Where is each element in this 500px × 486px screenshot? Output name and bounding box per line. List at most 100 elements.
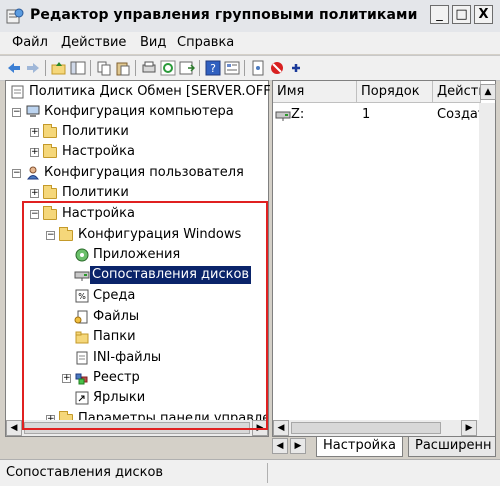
toolbar-separator [199,60,200,76]
policy-scroll-icon [11,85,24,99]
tree-pane[interactable]: Политика Диск Обмен [SERVER.OFF − Конфиг… [5,80,271,437]
computer-icon [26,105,40,117]
menu-view[interactable]: Вид [140,35,166,50]
tree-node-shortcuts[interactable]: Ярлыки [6,389,268,409]
folder-icon [43,185,57,199]
applications-icon [75,248,89,262]
drive-map-icon [74,271,90,281]
tree-node-label: Конфигурация компьютера [44,104,234,119]
tree-node-label: Политики [62,124,129,139]
delete-icon[interactable] [269,60,285,76]
status-bar: Сопоставления дисков [0,459,500,486]
expand-icon[interactable]: + [30,128,39,137]
folder-icon [43,124,57,138]
tree-node-label: Настройка [62,144,135,159]
scroll-thumb[interactable] [291,422,441,434]
list-pane[interactable]: Имя Порядок Действи ▲ Z: 1 Создать ◀ ▶ [272,80,496,437]
tree-node-files[interactable]: Файлы [6,308,268,328]
view-tabs: ◀ ▶ Настройка Расширенн [272,437,496,459]
tab-scroll-left-icon[interactable]: ◀ [272,438,288,454]
tree-node-label: Настройка [62,206,135,221]
registry-icon [75,373,88,385]
svg-text:?: ? [210,62,216,75]
expand-icon[interactable]: + [62,374,71,383]
tree-node-label: Конфигурация пользователя [44,165,244,180]
tree-node-computer-policies[interactable]: + Политики [6,123,268,143]
ini-file-icon [76,351,88,365]
refresh-icon[interactable] [160,60,176,76]
tree-node-applications[interactable]: Приложения [6,246,268,266]
tree-node-windows-config[interactable]: − Конфигурация Windows [6,226,268,246]
up-folder-icon[interactable] [51,60,67,76]
scroll-left-icon[interactable]: ◀ [6,420,22,436]
copy-icon[interactable] [96,60,112,76]
list-vertical-scrollbar[interactable] [479,103,495,420]
tree-node-drive-maps[interactable]: Сопоставления дисков [6,266,268,286]
toolbar-separator [244,60,245,76]
tree-node-root[interactable]: Политика Диск Обмен [SERVER.OFF [6,83,271,103]
help-icon[interactable]: ? [205,60,221,76]
tree-node-registry[interactable]: + Реестр [6,369,268,389]
tab-scroll-right-icon[interactable]: ▶ [290,438,306,454]
tree-node-user-config[interactable]: − Конфигурация пользователя [6,164,268,184]
export-list-icon[interactable] [179,60,195,76]
menu-action[interactable]: Действие [61,35,126,50]
table-row[interactable]: Z: 1 Создать [273,106,493,124]
tree-horizontal-scrollbar[interactable]: ◀ ▶ [6,420,268,436]
collapse-icon[interactable]: − [46,231,55,240]
tab-settings[interactable]: Настройка [316,437,403,457]
toolbar: ? [0,55,500,81]
properties-icon[interactable] [224,60,240,76]
shortcut-icon [75,391,89,405]
expand-icon[interactable]: + [30,148,39,157]
cell-name: Z: [291,107,305,122]
list-horizontal-scrollbar[interactable]: ◀ ▶ [273,420,495,436]
maximize-button[interactable]: □ [452,5,471,24]
tree-node-label: Среда [93,288,136,303]
add-icon[interactable] [288,60,304,76]
drive-map-icon [275,111,291,121]
scroll-right-icon[interactable]: ▶ [252,420,268,436]
tree-node-user-settings[interactable]: − Настройка [6,205,268,225]
tree-node-label: Ярлыки [93,390,146,405]
menu-bar: Файл Действие Вид Справка [0,32,500,54]
folder-open-icon [43,206,57,220]
tree-node-user-policies[interactable]: + Политики [6,184,268,204]
forward-icon[interactable] [25,60,41,76]
paste-icon[interactable] [115,60,131,76]
close-button[interactable]: X [474,5,493,24]
back-icon[interactable] [6,60,22,76]
svg-text:%: % [78,292,86,301]
tab-scroll-buttons: ◀ ▶ [272,438,308,456]
menu-file[interactable]: Файл [12,35,48,50]
collapse-icon[interactable]: − [12,108,21,117]
scroll-up-icon[interactable]: ▲ [480,84,496,100]
tree-node-label: Папки [93,329,136,344]
tree-node-environment[interactable]: % Среда [6,287,268,307]
toolbar-separator [135,60,136,76]
minimize-button[interactable]: _ [430,5,449,24]
column-header-name[interactable]: Имя [273,81,357,103]
tree-node-computer-settings[interactable]: + Настройка [6,143,268,163]
collapse-icon[interactable]: − [30,210,39,219]
scroll-thumb[interactable] [24,422,250,434]
column-header-action[interactable]: Действи [433,81,481,103]
collapse-icon[interactable]: − [12,169,21,178]
tree-node-computer-config[interactable]: − Конфигурация компьютера [6,103,268,123]
tree-node-label: Файлы [93,309,140,324]
export-icon[interactable] [141,60,157,76]
menu-help[interactable]: Справка [177,35,234,50]
tab-extended[interactable]: Расширенн [408,437,496,457]
new-icon[interactable] [250,60,266,76]
expand-icon[interactable]: + [30,189,39,198]
tree-node-label: Политики [62,185,129,200]
environment-icon: % [75,289,89,303]
status-divider [267,463,268,483]
show-hide-tree-icon[interactable] [70,60,86,76]
tree-node-folders[interactable]: Папки [6,328,268,348]
scroll-left-icon[interactable]: ◀ [273,420,289,436]
tree-node-ini-files[interactable]: INI-файлы [6,349,268,369]
column-header-order[interactable]: Порядок [357,81,433,103]
scroll-right-icon[interactable]: ▶ [461,420,477,436]
user-icon [27,166,39,180]
